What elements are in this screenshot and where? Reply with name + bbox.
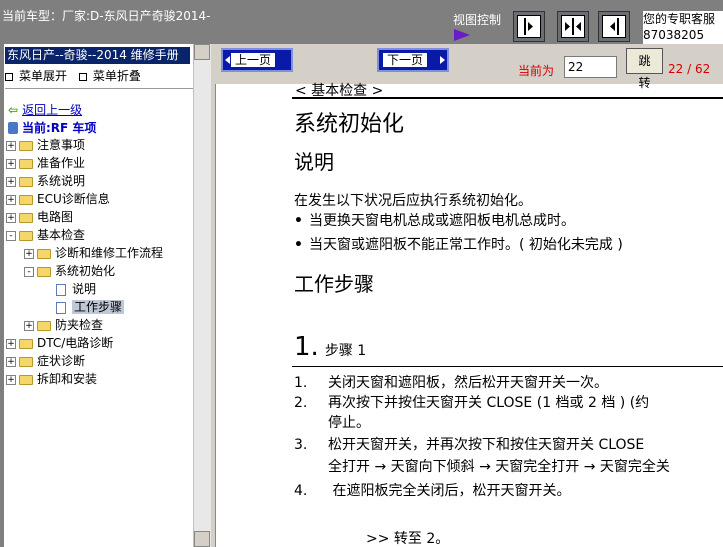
- step-item-number: 1.: [294, 375, 308, 391]
- bullet-item: • 当更换天窗电机总成或遮阳板电机总成时。: [294, 210, 575, 230]
- intro-text: 在发生以下状况后应执行系统初始化。: [294, 193, 532, 209]
- step-item: 2. 再次按下并按住天窗开关 CLOSE (1 档或 2 档 ) (约: [294, 392, 649, 412]
- step-item-text: 关闭天窗和遮阳板，然后松开天窗开关一次。: [328, 375, 608, 391]
- step-item-number: 3.: [294, 437, 308, 453]
- bullet-text: 当天窗或遮阳板不能正常工作时。( 初始化未完成 ): [308, 237, 623, 253]
- procedure-heading: 工作步骤: [294, 272, 374, 296]
- section-breadcrumb: < 基本检查 >: [295, 83, 384, 99]
- step-title: 步骤 1: [324, 343, 367, 359]
- step-item-number: 2.: [294, 395, 308, 411]
- step-item-text: 松开天窗开关，并再次按下和按住天窗开关 CLOSE: [328, 437, 645, 453]
- step-number: 1.: [294, 332, 319, 362]
- step-item: 3. 松开天窗开关，并再次按下和按住天窗开关 CLOSE: [294, 434, 644, 454]
- step-item: 1. 关闭天窗和遮阳板，然后松开天窗开关一次。: [294, 372, 608, 392]
- description-heading: 说明: [294, 150, 334, 174]
- goto-link[interactable]: >> 转至 2。: [366, 528, 449, 547]
- step-item-number: 4.: [294, 483, 308, 499]
- step-item-continuation: 全打开 → 天窗向下倾斜 → 天窗完全打开 → 天窗完全关: [328, 459, 670, 475]
- bullet-icon: •: [294, 213, 303, 229]
- step-heading: 1. 步骤 1: [294, 332, 366, 362]
- bullet-text: 当更换天窗电机总成或遮阳板电机总成时。: [308, 213, 575, 229]
- step-item-text: 在遮阳板完全关闭后，松开天窗开关。: [328, 483, 571, 499]
- page-title: 系统初始化: [294, 112, 405, 137]
- step-item-continuation: 停止。: [328, 415, 370, 431]
- bullet-icon: •: [294, 237, 303, 253]
- step-item-text: 再次按下并按住天窗开关 CLOSE (1 档或 2 档 ) (约: [328, 395, 650, 411]
- step-item: 4. 在遮阳板完全关闭后，松开天窗开关。: [294, 480, 570, 500]
- bullet-item: • 当天窗或遮阳板不能正常工作时。( 初始化未完成 ): [294, 234, 623, 254]
